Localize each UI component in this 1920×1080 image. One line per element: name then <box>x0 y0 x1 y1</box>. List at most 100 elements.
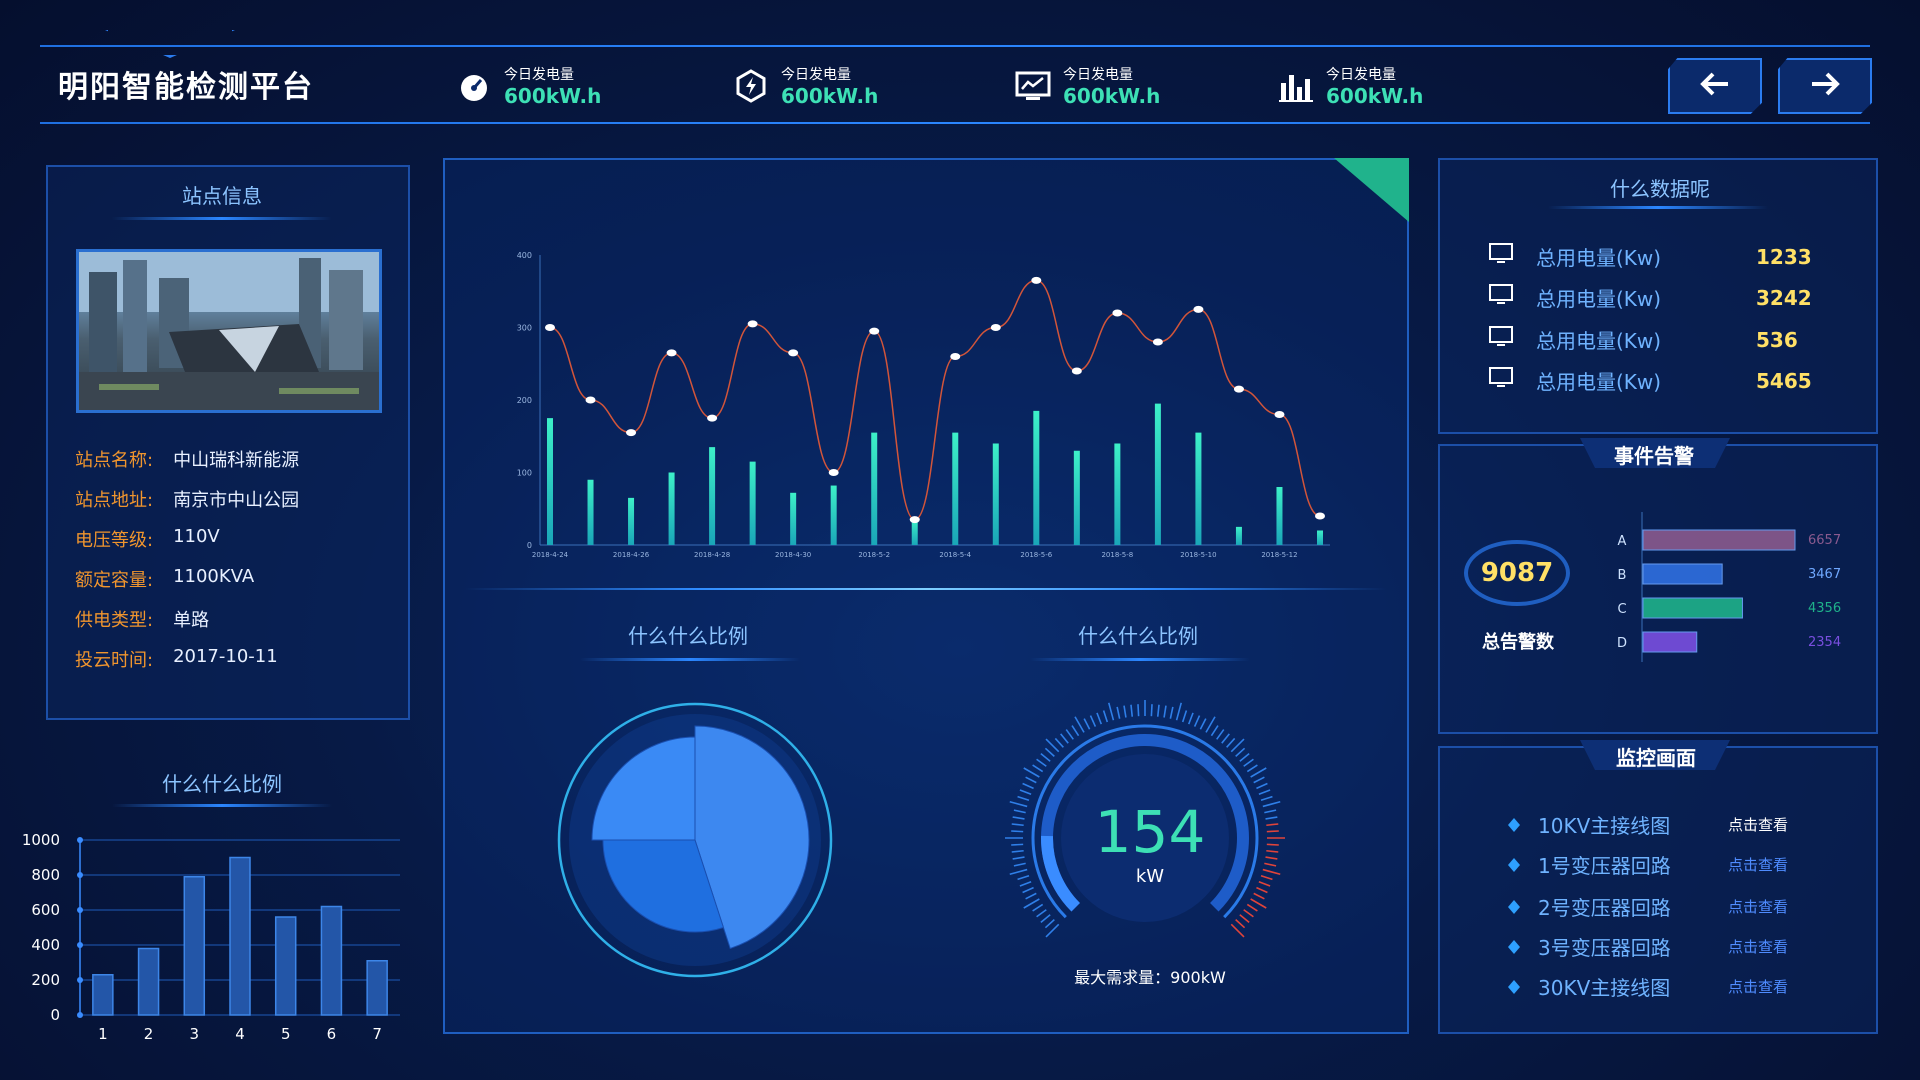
bar <box>587 479 594 545</box>
gauge-tick <box>1022 886 1034 894</box>
title-decoration <box>105 30 235 58</box>
gauge-tick <box>1199 718 1207 730</box>
gauge-tick <box>1266 823 1279 827</box>
gauge-tick <box>1262 868 1281 876</box>
header-stat-1: 今日发电量 600kW.h <box>456 64 601 108</box>
line-point <box>1193 305 1204 313</box>
x-tick-label: 2018-4-26 <box>613 551 650 559</box>
monitor-chart-icon <box>1015 68 1051 104</box>
gauge-tick <box>1019 880 1032 887</box>
x-tick-label: 2018-4-28 <box>694 551 730 559</box>
line-point <box>666 349 677 357</box>
data-label: 6657 <box>1808 533 1841 548</box>
y-tick-label: 100 <box>517 469 532 478</box>
monitor-row: 10KV主接线图 点击查看 <box>1508 810 1788 839</box>
data-value: 3242 <box>1756 285 1812 310</box>
gauge-tick <box>1205 716 1216 733</box>
bar <box>628 497 635 545</box>
data-label: 2354 <box>1808 635 1841 650</box>
x-tick-label: 3 <box>190 1025 200 1043</box>
gauge-tick <box>1044 747 1055 757</box>
view-link[interactable]: 点击查看 <box>1728 936 1788 957</box>
line-point <box>869 327 880 335</box>
site-value: 南京市中山公园 <box>173 490 300 511</box>
gauge-tick <box>1040 914 1051 923</box>
view-link[interactable]: 点击查看 <box>1728 854 1788 875</box>
bar <box>1195 432 1202 545</box>
bar <box>790 492 797 545</box>
site-value: 中山瑞科新能源 <box>173 450 300 471</box>
data-panel-title: 什么数据呢 <box>1610 177 1710 201</box>
y-tick-label: 300 <box>517 324 532 333</box>
gauge-tick <box>1036 758 1047 767</box>
monitor-icon <box>1488 242 1514 271</box>
title-underline <box>1030 658 1250 661</box>
data-label: 总用电量(Kw) <box>1536 329 1662 353</box>
forward-button[interactable] <box>1778 58 1872 114</box>
site-row-name: 站点名称: 中山瑞科新能源 <box>75 446 299 472</box>
gauge-tick <box>1065 729 1074 740</box>
x-tick-label: 2018-4-30 <box>775 551 811 559</box>
data-value: 536 <box>1756 327 1798 352</box>
gauge-tick <box>1009 868 1028 876</box>
bar <box>830 485 837 545</box>
bar <box>1642 597 1743 619</box>
gauge-unit: kW <box>1135 866 1165 887</box>
y-tick-label: 600 <box>31 901 60 919</box>
data-label: 总用电量(Kw) <box>1536 370 1662 394</box>
view-link[interactable]: 点击查看 <box>1728 976 1788 997</box>
line-point <box>828 469 839 476</box>
gauge-tick <box>1009 800 1028 808</box>
line-point <box>909 516 920 524</box>
site-row-supply-type: 供电类型: 单路 <box>75 606 209 632</box>
gauge-tick <box>1017 795 1030 802</box>
line-point <box>788 349 799 357</box>
bar <box>1642 631 1698 653</box>
gauge-tick <box>1054 737 1064 748</box>
bar <box>366 960 388 1016</box>
bar <box>871 432 878 545</box>
x-tick-label: 2018-5-12 <box>1261 551 1297 559</box>
x-tick-label: 6 <box>327 1025 337 1043</box>
back-button[interactable] <box>1668 58 1762 114</box>
y-tick-label: 0 <box>527 541 532 550</box>
title-underline <box>580 658 800 661</box>
speedometer-icon <box>456 68 492 104</box>
gauge-tick <box>1012 816 1025 820</box>
y-tick-label: 400 <box>517 251 532 260</box>
gauge-tick <box>1262 800 1281 808</box>
stat-label: 今日发电量 <box>1326 67 1396 83</box>
gauge-tick <box>1102 710 1109 723</box>
gauge-tick <box>1243 758 1254 767</box>
alarm-total-label: 总告警数 <box>1482 632 1554 653</box>
view-link[interactable]: 点击查看 <box>1728 814 1788 835</box>
bar <box>749 461 756 545</box>
gauge-tick <box>1193 715 1201 727</box>
monitor-label: 1号变压器回路 <box>1538 854 1671 878</box>
data-row: 总用电量(Kw) 3242 <box>1488 283 1812 312</box>
line-point <box>1112 309 1123 317</box>
gauge-tick <box>1023 767 1040 778</box>
series-line <box>549 279 1321 521</box>
x-tick-label: 2018-5-8 <box>1101 551 1133 559</box>
alarm-total-ring: 9087 <box>1464 540 1570 606</box>
gauge-tick <box>1163 705 1167 718</box>
bar <box>1642 563 1723 585</box>
bar <box>137 947 160 1016</box>
gauge-caption: 最大需求量：900kW <box>1074 968 1226 987</box>
bar <box>1073 450 1080 545</box>
gauge-tick <box>1246 764 1258 773</box>
view-link[interactable]: 点击查看 <box>1728 896 1788 917</box>
gauge-value: 154 <box>1094 798 1206 866</box>
y-tick-label: 0 <box>50 1006 60 1024</box>
gauge-tick <box>1266 830 1279 833</box>
gauge-tick <box>1089 715 1097 727</box>
diamond-icon <box>1508 935 1520 959</box>
gauge-tick <box>1216 729 1225 740</box>
header-stat-3: 今日发电量 600kW.h <box>1015 64 1160 108</box>
bar <box>229 856 251 1016</box>
gauge-tick <box>1187 712 1194 725</box>
gauge-tick <box>1256 886 1268 894</box>
bar <box>1114 443 1121 545</box>
x-tick-label: 1 <box>98 1025 108 1043</box>
